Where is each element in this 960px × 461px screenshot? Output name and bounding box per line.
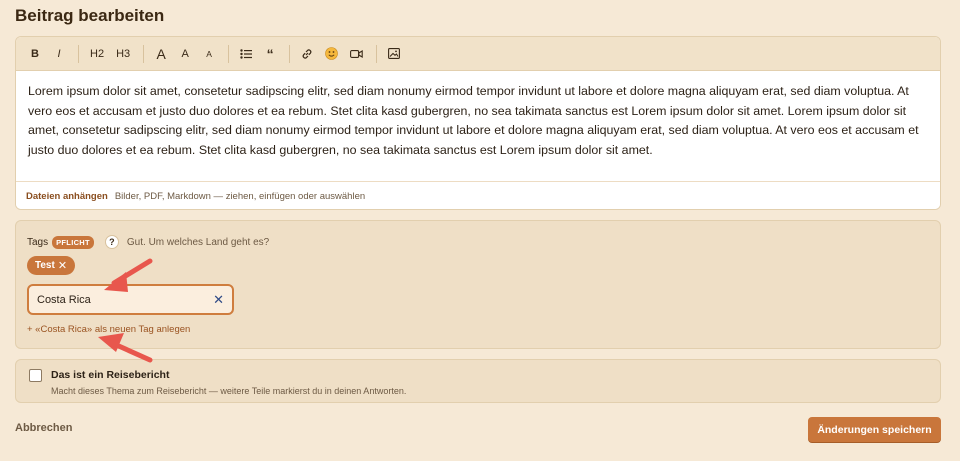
link-button[interactable] <box>296 43 318 65</box>
toolbar-divider <box>376 44 378 63</box>
travel-report-description: Macht dieses Thema zum Reisebericht — we… <box>51 386 407 396</box>
toolbar-divider <box>143 44 145 63</box>
attach-hint: Bilder, PDF, Markdown — ziehen, einfügen… <box>114 190 366 202</box>
link-icon <box>302 48 312 59</box>
emoji-icon <box>325 47 338 60</box>
required-badge: PFLICHT <box>52 235 94 249</box>
cancel-button[interactable]: Abbrechen <box>15 422 72 434</box>
editor-card: B I H2 H3 A A A “ Lorem ipsum dolor sit … <box>15 36 941 210</box>
toolbar-divider <box>78 44 79 63</box>
tags-label: Tags <box>27 236 49 248</box>
travel-report-card: Das ist ein Reisebericht Macht dieses Th… <box>15 359 941 403</box>
italic-button[interactable]: I <box>48 43 70 65</box>
tags-card: Tags PFLICHT ? Gut. Um welches Land geht… <box>15 220 941 349</box>
emoji-button[interactable] <box>320 43 343 65</box>
page-title: Beitrag bearbeiten <box>15 6 165 25</box>
create-tag-link[interactable]: + «Costa Rica» als neuen Tag anlegen <box>27 324 190 335</box>
quote-button[interactable]: “ <box>259 43 281 65</box>
attach-files-link[interactable]: Dateien anhängen <box>26 191 108 202</box>
save-changes-button[interactable]: Änderungen speichern <box>808 417 941 442</box>
remove-tag-icon[interactable]: ✕ <box>58 259 67 272</box>
font-size-medium-button[interactable]: A <box>174 43 196 65</box>
image-icon <box>388 48 401 59</box>
tag-chip-label: Test <box>35 260 55 271</box>
bullet-list-button[interactable] <box>235 43 257 65</box>
attachment-bar: Dateien anhängen Bilder, PDF, Markdown —… <box>16 181 940 209</box>
video-camera-icon <box>350 49 363 58</box>
bold-button[interactable]: B <box>24 43 46 65</box>
clear-input-icon[interactable]: ✕ <box>213 292 224 308</box>
heading2-button[interactable]: H2 <box>85 43 109 65</box>
tags-help-text: Gut. Um welches Land geht es? <box>126 236 270 248</box>
toolbar-divider <box>289 44 291 63</box>
help-icon[interactable]: ? <box>104 235 119 249</box>
image-button[interactable] <box>383 43 405 65</box>
editor-text-area[interactable]: Lorem ipsum dolor sit amet, consetetur s… <box>16 71 940 181</box>
video-button[interactable] <box>345 43 368 65</box>
heading3-button[interactable]: H3 <box>111 43 135 65</box>
font-size-large-button[interactable]: A <box>150 43 172 65</box>
editor-toolbar: B I H2 H3 A A A “ <box>16 37 940 71</box>
font-size-small-button[interactable]: A <box>198 43 220 65</box>
travel-report-checkbox[interactable] <box>29 369 42 382</box>
tags-header: Tags PFLICHT ? Gut. Um welches Land geht… <box>27 235 269 249</box>
tag-input[interactable] <box>37 293 214 306</box>
tag-input-container: ✕ <box>27 284 234 315</box>
tag-chip-test: Test ✕ <box>27 256 76 275</box>
travel-report-title: Das ist ein Reisebericht <box>51 369 170 381</box>
list-icon <box>240 48 253 59</box>
toolbar-divider <box>228 44 230 63</box>
